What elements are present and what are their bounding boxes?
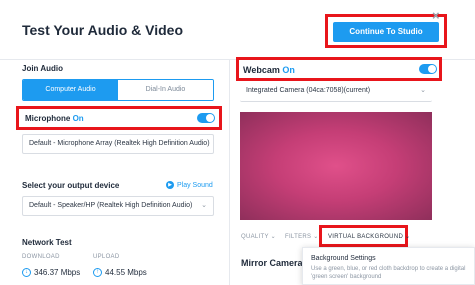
upload-speed: ↑ 44.55 Mbps <box>93 268 147 278</box>
webcam-highlight: Webcam On <box>236 57 442 81</box>
tab-dial-in-audio[interactable]: Dial-In Audio <box>118 80 213 100</box>
join-audio-label: Join Audio <box>22 64 64 73</box>
download-value: 346.37 Mbps <box>34 268 81 277</box>
continue-highlight: Continue To Studio <box>325 14 447 48</box>
output-device-label: Select your output device <box>22 181 120 190</box>
microphone-label-text: Microphone <box>25 114 71 123</box>
microphone-device-select[interactable]: Default - Microphone Array (Realtek High… <box>22 134 214 154</box>
download-label: DOWNLOAD <box>22 254 60 260</box>
webcam-preview <box>240 112 432 220</box>
play-sound-link[interactable]: ▶ Play Sound <box>166 181 213 189</box>
output-device-value: Default - Speaker/HP (Realtek High Defin… <box>29 202 193 209</box>
output-device-select[interactable]: Default - Speaker/HP (Realtek High Defin… <box>22 196 214 216</box>
webcam-device-value: Integrated Camera (04ca:7058)(current) <box>246 87 371 94</box>
tab-virtual-background[interactable]: VIRTUAL BACKGROUND ⌄ <box>328 233 410 240</box>
download-icon: ↓ <box>22 268 31 278</box>
tab-computer-audio[interactable]: Computer Audio <box>23 80 118 100</box>
network-test-label: Network Test <box>22 238 72 247</box>
upload-icon: ↑ <box>93 268 102 278</box>
continue-to-studio-button[interactable]: Continue To Studio <box>333 22 439 42</box>
microphone-toggle[interactable] <box>197 113 215 123</box>
webcam-state: On <box>282 65 295 75</box>
play-icon: ▶ <box>166 181 174 189</box>
mirror-camera-text: Mirror Camera <box>241 258 303 268</box>
chevron-down-icon: ⌄ <box>420 87 426 94</box>
tooltip-body: Use a green, blue, or red cloth backdrop… <box>311 266 466 280</box>
upload-label: UPLOAD <box>93 254 120 260</box>
microphone-highlight: Microphone On <box>16 106 222 130</box>
virtual-background-highlight: VIRTUAL BACKGROUND ⌄ <box>319 225 410 247</box>
tab-filters[interactable]: FILTERS ⌄ <box>285 233 319 240</box>
chevron-down-icon: ⌄ <box>201 202 207 209</box>
close-icon[interactable]: × <box>432 8 440 23</box>
microphone-state: On <box>72 114 84 123</box>
microphone-label: Microphone On <box>25 114 84 123</box>
play-sound-label: Play Sound <box>177 181 213 189</box>
webcam-label-text: Webcam <box>243 65 280 75</box>
webcam-toggle[interactable] <box>419 64 437 74</box>
webcam-device-select[interactable]: Integrated Camera (04ca:7058)(current) ⌄ <box>240 82 432 102</box>
webcam-label: Webcam On <box>243 65 295 75</box>
upload-value: 44.55 Mbps <box>105 268 147 277</box>
download-speed: ↓ 346.37 Mbps <box>22 268 81 278</box>
column-divider <box>229 60 230 285</box>
background-settings-tooltip: Background Settings Use a green, blue, o… <box>302 247 475 285</box>
page-title: Test Your Audio & Video <box>22 22 184 38</box>
header: Test Your Audio & Video Continue To Stud… <box>0 0 475 60</box>
tooltip-title: Background Settings <box>311 255 376 262</box>
audio-mode-tabs: Computer Audio Dial-In Audio <box>22 79 214 101</box>
tab-quality[interactable]: QUALITY ⌄ <box>241 233 276 240</box>
microphone-device-value: Default - Microphone Array (Realtek High… <box>29 140 210 147</box>
